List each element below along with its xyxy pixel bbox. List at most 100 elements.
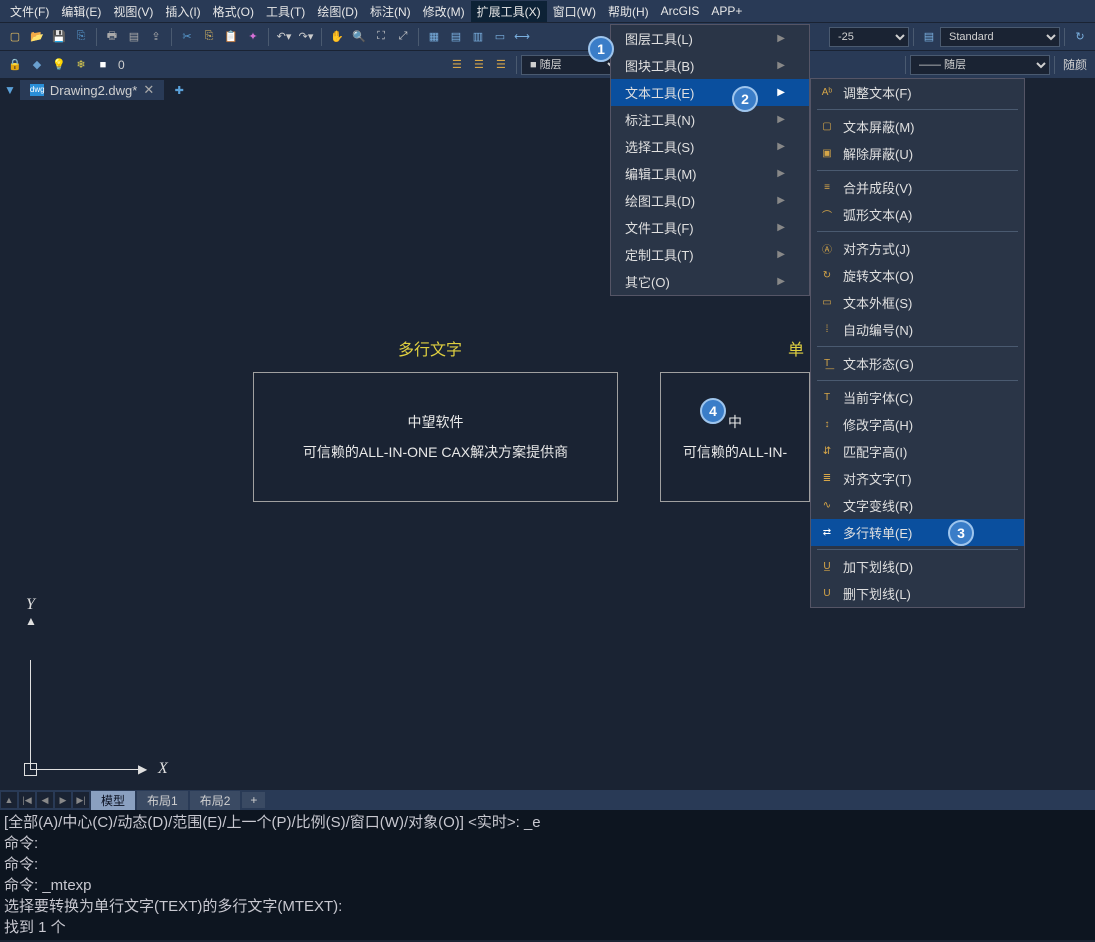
- menu-edit[interactable]: 编辑(E): [55, 1, 107, 22]
- menuitem-draw-tools[interactable]: 绘图工具(D)▶: [611, 187, 809, 214]
- tab-nav-last[interactable]: ▶|: [73, 792, 89, 808]
- freeze-icon[interactable]: ❄: [72, 56, 90, 74]
- matchheight-icon: ⇵: [819, 444, 835, 460]
- menu-insert[interactable]: 插入(I): [159, 1, 206, 22]
- grid-icon[interactable]: ▦: [425, 28, 443, 46]
- refresh-icon[interactable]: ↻: [1071, 28, 1089, 46]
- subitem-frame[interactable]: ▭文本外框(S): [811, 289, 1024, 316]
- zoom-window-icon[interactable]: ⛶: [372, 28, 390, 46]
- subitem-merge[interactable]: ≡合并成段(V): [811, 174, 1024, 201]
- close-icon[interactable]: ✕: [143, 82, 154, 98]
- ruler-icon[interactable]: ▭: [491, 28, 509, 46]
- subitem-curfont[interactable]: T当前字体(C): [811, 384, 1024, 411]
- layer-icon[interactable]: ◆: [28, 56, 46, 74]
- menu-express[interactable]: 扩展工具(X): [471, 1, 547, 22]
- layout-tab-2[interactable]: 布局2: [190, 791, 241, 810]
- menuitem-dim-tools[interactable]: 标注工具(N)▶: [611, 106, 809, 133]
- new-icon[interactable]: ▢: [6, 28, 24, 46]
- tab-nav-next[interactable]: ▶: [55, 792, 71, 808]
- menu-arcgis[interactable]: ArcGIS: [655, 2, 706, 20]
- menuitem-text-tools[interactable]: 文本工具(E)▶: [611, 79, 809, 106]
- subitem-modheight[interactable]: ↕修改字高(H): [811, 411, 1024, 438]
- file-tab-active[interactable]: dwg Drawing2.dwg* ✕: [20, 80, 164, 100]
- layers2-icon[interactable]: ☰: [470, 56, 488, 74]
- tab-nav-first[interactable]: |◀: [19, 792, 35, 808]
- menuitem-custom-tools[interactable]: 定制工具(T)▶: [611, 241, 809, 268]
- grid2-icon[interactable]: ▤: [447, 28, 465, 46]
- submenu-arrow-icon: ▶: [777, 60, 785, 71]
- light-icon[interactable]: 💡: [50, 56, 68, 74]
- layout-tab-model[interactable]: 模型: [91, 791, 135, 810]
- matchprop-icon[interactable]: ✦: [244, 28, 262, 46]
- separator: [321, 28, 322, 46]
- subitem-form[interactable]: T͟文本形态(G): [811, 350, 1024, 377]
- menu-tools[interactable]: 工具(T): [260, 1, 311, 22]
- new-tab-icon[interactable]: ✚: [170, 81, 188, 99]
- font-icon: T: [819, 390, 835, 406]
- menu-dim[interactable]: 标注(N): [364, 1, 417, 22]
- menuitem-layer-tools[interactable]: 图层工具(L)▶: [611, 25, 809, 52]
- subitem-add-underline[interactable]: U̲加下划线(D): [811, 553, 1024, 580]
- print-icon[interactable]: 🖶: [103, 28, 121, 46]
- subitem-autonum[interactable]: ⁞自动编号(N): [811, 316, 1024, 343]
- combo-sui2[interactable]: —— 随层: [910, 55, 1050, 75]
- color-swatch-icon[interactable]: ■: [94, 56, 112, 74]
- subitem-mtext-to-text[interactable]: ⇄多行转单(E): [811, 519, 1024, 546]
- open-icon[interactable]: 📂: [28, 28, 46, 46]
- subitem-aligntext[interactable]: ≣对齐文字(T): [811, 465, 1024, 492]
- combo-standard[interactable]: Standard: [940, 27, 1060, 47]
- undo-icon[interactable]: ↶▾: [275, 28, 293, 46]
- mtext-box-left[interactable]: 中望软件 可信赖的ALL-IN-ONE CAX解决方案提供商: [253, 372, 618, 502]
- menu-format[interactable]: 格式(O): [207, 1, 260, 22]
- textstyle-icon[interactable]: ▤: [920, 28, 938, 46]
- menu-modify[interactable]: 修改(M): [417, 1, 471, 22]
- mtext-box-right[interactable]: 中 可信赖的ALL-IN-: [660, 372, 810, 502]
- tab-nav-up[interactable]: ▲: [1, 792, 17, 808]
- subitem-arctext[interactable]: ⌒弧形文本(A): [811, 201, 1024, 228]
- zoom-ext-icon[interactable]: ⤢: [394, 28, 412, 46]
- copy-icon[interactable]: ⎘: [200, 28, 218, 46]
- layers-icon[interactable]: ☰: [448, 56, 466, 74]
- menuitem-select-tools[interactable]: 选择工具(S)▶: [611, 133, 809, 160]
- subitem-justify[interactable]: Ⓐ对齐方式(J): [811, 235, 1024, 262]
- subitem-adjust-text[interactable]: Aᵇ调整文本(F): [811, 79, 1024, 106]
- combo-right[interactable]: -25: [829, 27, 909, 47]
- saveall-icon[interactable]: ⎘: [72, 28, 90, 46]
- lock-icon[interactable]: 🔒: [6, 56, 24, 74]
- pan-icon[interactable]: ✋: [328, 28, 346, 46]
- subitem-matchheight[interactable]: ⇵匹配字高(I): [811, 438, 1024, 465]
- paste-icon[interactable]: 📋: [222, 28, 240, 46]
- grid3-icon[interactable]: ▥: [469, 28, 487, 46]
- tab-expand-icon[interactable]: ▼: [4, 83, 16, 97]
- preview-icon[interactable]: ▤: [125, 28, 143, 46]
- tab-nav-prev[interactable]: ◀: [37, 792, 53, 808]
- layers3-icon[interactable]: ☰: [492, 56, 510, 74]
- menuitem-edit-tools[interactable]: 编辑工具(M)▶: [611, 160, 809, 187]
- menu-app[interactable]: APP+: [705, 2, 748, 20]
- subitem-del-underline[interactable]: U删下划线(L): [811, 580, 1024, 607]
- zoom-icon[interactable]: 🔍: [350, 28, 368, 46]
- adjust-text-icon: Aᵇ: [819, 85, 835, 101]
- menuitem-block-tools[interactable]: 图块工具(B)▶: [611, 52, 809, 79]
- layout-tab-1[interactable]: 布局1: [137, 791, 188, 810]
- menu-file[interactable]: 文件(F): [4, 1, 55, 22]
- publish-icon[interactable]: ⇪: [147, 28, 165, 46]
- menu-help[interactable]: 帮助(H): [602, 1, 655, 22]
- menu-window[interactable]: 窗口(W): [547, 1, 602, 22]
- menu-draw[interactable]: 绘图(D): [311, 1, 364, 22]
- dim-icon[interactable]: ⟷: [513, 28, 531, 46]
- subitem-text-mask[interactable]: ▢文本屏蔽(M): [811, 113, 1024, 140]
- badge-1: 1: [588, 36, 614, 62]
- menu-view[interactable]: 视图(V): [107, 1, 159, 22]
- layout-tab-add[interactable]: +: [242, 792, 265, 808]
- menuitem-other[interactable]: 其它(O)▶: [611, 268, 809, 295]
- menuitem-file-tools[interactable]: 文件工具(F)▶: [611, 214, 809, 241]
- subitem-curve[interactable]: ∿文字变线(R): [811, 492, 1024, 519]
- cut-icon[interactable]: ✂: [178, 28, 196, 46]
- subitem-unmask[interactable]: ▣解除屏蔽(U): [811, 140, 1024, 167]
- redo-icon[interactable]: ↷▾: [297, 28, 315, 46]
- command-line[interactable]: [全部(A)/中心(C)/动态(D)/范围(E)/上一个(P)/比例(S)/窗口…: [0, 810, 1095, 940]
- subitem-rotate[interactable]: ↻旋转文本(O): [811, 262, 1024, 289]
- drawing-canvas[interactable]: 多行文字 单 中望软件 可信赖的ALL-IN-ONE CAX解决方案提供商 中 …: [0, 102, 1095, 790]
- save-icon[interactable]: 💾: [50, 28, 68, 46]
